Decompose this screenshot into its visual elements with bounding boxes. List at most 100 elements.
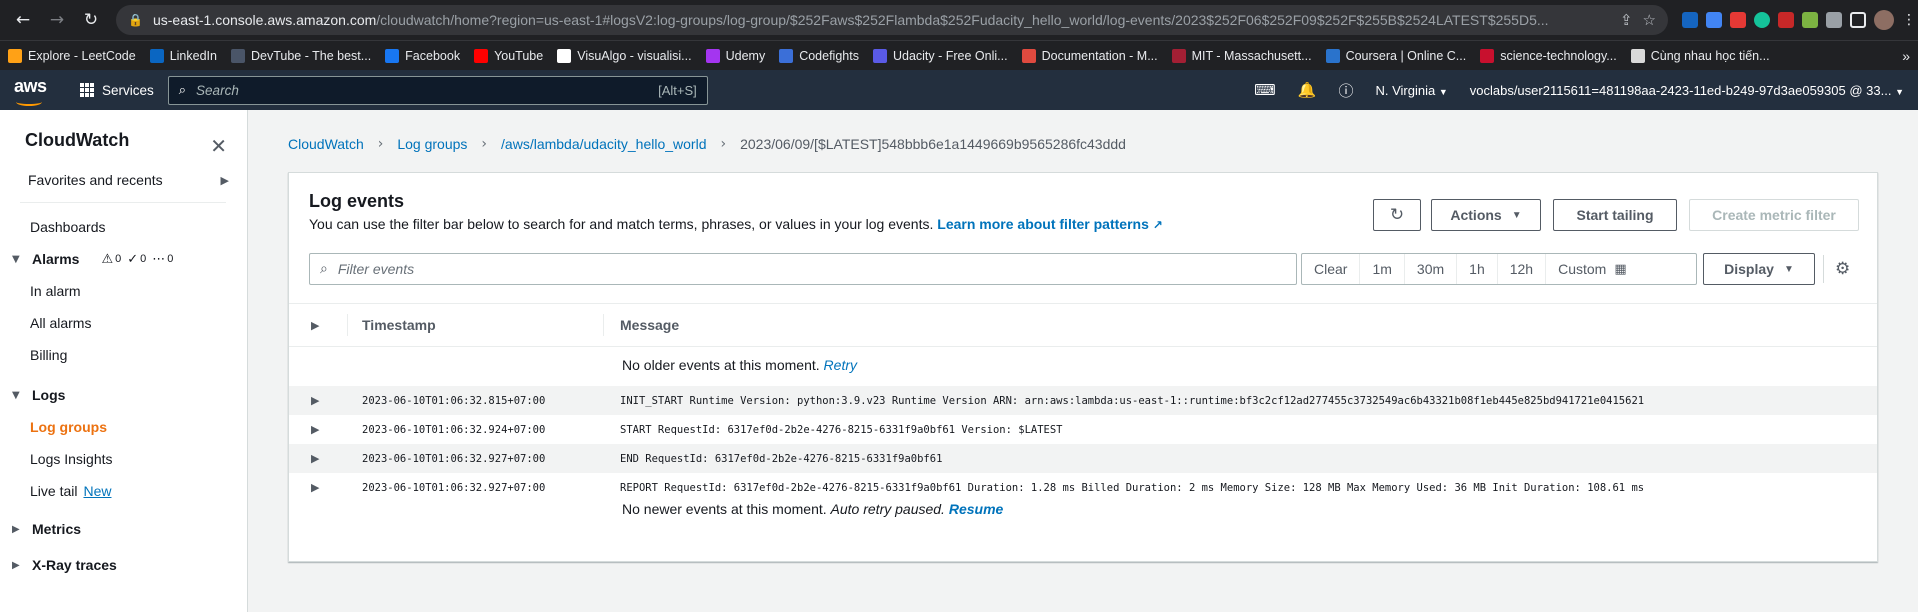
sidepanel-icon[interactable]	[1850, 12, 1866, 28]
sidebar-item-all-alarms[interactable]: All alarms	[0, 307, 247, 339]
bookmarks-bar: Explore - LeetCode LinkedIn DevTube - The …	[0, 40, 1918, 70]
sidebar-item-in-alarm[interactable]: In alarm	[0, 275, 247, 307]
sidebar-section-metrics[interactable]: ▶ Metrics	[0, 513, 247, 545]
table-row[interactable]: ▶ 2023-06-10T01:06:32.924+07:00 START Requ…	[289, 415, 1877, 444]
services-menu[interactable]: Services	[80, 83, 154, 98]
bookmark-item[interactable]: MIT - Massachusett...	[1171, 48, 1312, 63]
bookmark-item[interactable]: YouTube	[474, 48, 543, 63]
xray-label: X-Ray traces	[32, 557, 117, 573]
range-1h[interactable]: 1h	[1457, 254, 1498, 284]
logs-label: Logs	[32, 387, 66, 403]
resume-link[interactable]: Resume	[949, 501, 1003, 517]
bookmark-item[interactable]: Udemy	[705, 48, 765, 63]
sidebar-item-billing[interactable]: Billing	[0, 339, 247, 371]
menu-icon[interactable]: ⋮	[1902, 12, 1916, 28]
browser-toolbar: ← → ↻ 🔒 us-east-1.console.aws.amazon.com…	[0, 0, 1918, 40]
puzzle-icon[interactable]	[1826, 12, 1842, 28]
extension-icon[interactable]	[1730, 12, 1746, 28]
favorites-and-recents[interactable]: Favorites and recents ▶	[0, 166, 247, 194]
aws-navbar: aws Services ⌕ Search [Alt+S] ⌨ 🔔 ⓘ N. V…	[0, 70, 1918, 110]
translate-icon[interactable]	[1706, 12, 1722, 28]
aws-navbar-right: ⌨ 🔔 ⓘ N. Virginia ▼ voclabs/user2115611=…	[1254, 80, 1904, 101]
extension-icon[interactable]	[1802, 12, 1818, 28]
back-icon[interactable]: ←	[8, 5, 38, 35]
sidebar-item-dashboards[interactable]: Dashboards	[0, 211, 247, 243]
bookmark-favicon-icon	[779, 48, 794, 63]
bookmark-item[interactable]: Explore - LeetCode	[8, 48, 136, 63]
ellipsis-circle-icon: ⋯	[152, 251, 166, 267]
table-row[interactable]: ▶ 2023-06-10T01:06:32.927+07:00 END Reques…	[289, 444, 1877, 473]
gear-icon[interactable]: ⚙	[1835, 259, 1850, 279]
sidebar-item-logs-insights[interactable]: Logs Insights	[0, 443, 247, 475]
expand-all-icon[interactable]: ▶	[289, 319, 347, 332]
ok-count: ✓ 0	[127, 252, 146, 267]
expand-row-icon[interactable]: ▶	[289, 481, 347, 494]
breadcrumb-cloudwatch[interactable]: CloudWatch	[288, 136, 364, 152]
reload-icon[interactable]: ↻	[76, 5, 106, 35]
share-icon[interactable]: ⇪	[1620, 11, 1633, 29]
refresh-button[interactable]: ↻	[1373, 199, 1421, 231]
bookmark-item[interactable]: Udacity - Free Onli...	[872, 48, 1008, 63]
more-bookmarks-icon[interactable]: »	[1902, 48, 1910, 64]
sidebar-item-live-tail[interactable]: Live tail New	[0, 475, 247, 507]
bookmark-item[interactable]: Coursera | Online C...	[1325, 48, 1466, 63]
bookmark-item[interactable]: Codefights	[779, 48, 859, 63]
column-timestamp[interactable]: Timestamp	[347, 314, 603, 336]
bookmark-item[interactable]: Cùng nhau học tiến...	[1630, 48, 1770, 63]
cloudshell-icon[interactable]: ⌨	[1254, 81, 1276, 99]
avatar[interactable]	[1874, 10, 1894, 30]
table-row[interactable]: ▶ 2023-06-10T01:06:32.927+07:00 REPORT Req…	[289, 473, 1877, 502]
bookmark-label: science-technology...	[1500, 48, 1617, 63]
notifications-icon[interactable]: 🔔	[1298, 81, 1317, 99]
forward-icon[interactable]: →	[42, 5, 72, 35]
new-badge[interactable]: New	[83, 483, 111, 499]
bookmark-item[interactable]: LinkedIn	[149, 48, 217, 63]
range-12h[interactable]: 12h	[1498, 254, 1547, 284]
row-timestamp: 2023-06-10T01:06:32.927+07:00	[362, 452, 546, 465]
help-icon[interactable]: ⓘ	[1338, 80, 1353, 101]
account-menu[interactable]: voclabs/user2115611=481198aa-2423-11ed-b…	[1470, 83, 1904, 98]
address-bar[interactable]: 🔒 us-east-1.console.aws.amazon.com/cloud…	[116, 5, 1668, 35]
expand-row-icon[interactable]: ▶	[289, 394, 347, 407]
aws-logo[interactable]: aws	[14, 76, 52, 106]
panel-title: Log events	[309, 191, 405, 211]
sidebar-section-logs[interactable]: ▼ Logs	[0, 379, 247, 411]
column-message[interactable]: Message	[603, 314, 679, 336]
caret-down-icon: ▼	[1511, 209, 1522, 221]
sidebar: CloudWatch ✕ Favorites and recents ▶ Das…	[0, 110, 248, 612]
close-icon[interactable]: ✕	[210, 134, 227, 158]
breadcrumb-log-groups[interactable]: Log groups	[397, 136, 467, 152]
bookmark-item[interactable]: Facebook	[385, 48, 460, 63]
learn-more-link[interactable]: Learn more about filter patterns ↗	[937, 216, 1163, 232]
range-clear[interactable]: Clear	[1302, 254, 1361, 284]
expand-row-icon[interactable]: ▶	[289, 423, 347, 436]
region-selector[interactable]: N. Virginia ▼	[1375, 83, 1447, 98]
filter-events-input[interactable]: ⌕ Filter events	[309, 253, 1297, 285]
create-metric-filter-button[interactable]: Create metric filter	[1689, 199, 1859, 231]
search-icon: ⌕	[320, 261, 328, 277]
bookmark-item[interactable]: science-technology...	[1480, 48, 1617, 63]
bookmark-item[interactable]: DevTube - The best...	[230, 48, 371, 63]
caret-down-icon: ▼	[12, 389, 20, 401]
extension-icon[interactable]	[1682, 12, 1698, 28]
sidebar-section-xray[interactable]: ▶ X-Ray traces	[0, 549, 247, 581]
bookmark-item[interactable]: VisuAlgo - visualisi...	[557, 48, 692, 63]
range-30m[interactable]: 30m	[1405, 254, 1458, 284]
display-button[interactable]: Display ▼	[1703, 253, 1815, 285]
actions-button[interactable]: Actions ▼	[1431, 199, 1541, 231]
expand-row-icon[interactable]: ▶	[289, 452, 347, 465]
sidebar-item-log-groups[interactable]: Log groups	[0, 411, 247, 443]
aws-search-input[interactable]: ⌕ Search [Alt+S]	[167, 75, 708, 105]
bookmark-star-icon[interactable]: ☆	[1643, 11, 1656, 29]
extension-icon[interactable]	[1778, 12, 1794, 28]
range-1m[interactable]: 1m	[1360, 254, 1405, 284]
retry-link[interactable]: Retry	[824, 357, 857, 373]
grammarly-icon[interactable]	[1754, 12, 1770, 28]
start-tailing-button[interactable]: Start tailing	[1553, 199, 1677, 231]
range-custom[interactable]: Custom ▦	[1546, 254, 1639, 284]
bookmark-item[interactable]: Documentation - M...	[1021, 48, 1158, 63]
table-row[interactable]: ▶ 2023-06-10T01:06:32.815+07:00 INIT_START…	[289, 386, 1877, 415]
caret-down-icon: ▼	[1895, 86, 1904, 97]
breadcrumb-log-group[interactable]: /aws/lambda/udacity_hello_world	[501, 136, 706, 152]
sidebar-section-alarms[interactable]: ▼ Alarms ⚠ 0 ✓ 0 ⋯ 0	[0, 243, 247, 275]
